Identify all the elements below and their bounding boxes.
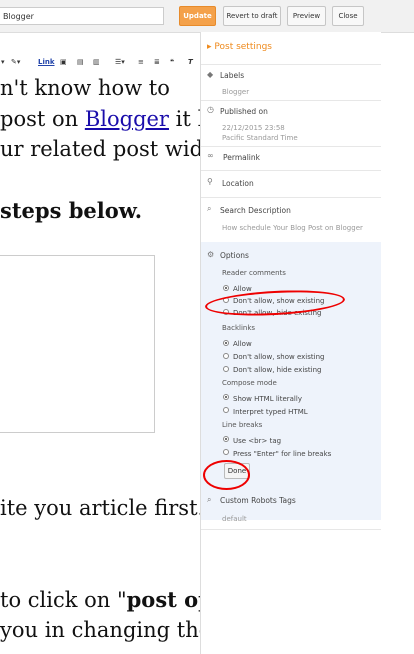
location-pin-icon: ⚲ bbox=[207, 177, 213, 186]
preview-button[interactable]: Preview bbox=[287, 6, 326, 26]
radio-bl-allow[interactable] bbox=[223, 340, 229, 346]
radio-bl-dont-hide-label: Don't allow, hide existing bbox=[233, 366, 322, 374]
radio-lb-enter-label: Press "Enter" for line breaks bbox=[233, 450, 332, 458]
divider bbox=[201, 170, 381, 171]
editor-text: post on bbox=[0, 107, 85, 131]
chevron-down-icon[interactable]: ▾ bbox=[1, 56, 5, 68]
editor-line: post on Blogger it h bbox=[0, 107, 200, 131]
post-settings-sidebar: ▸ Post settings ◆ Labels Blogger ◷ Publi… bbox=[200, 32, 381, 654]
image-icon[interactable]: ▣ bbox=[60, 56, 67, 68]
editor-line: you in changing the bbox=[0, 618, 200, 642]
editor-line: ite you article first. bbox=[0, 496, 200, 520]
location-title[interactable]: Location bbox=[222, 179, 254, 188]
revert-to-draft-button[interactable]: Revert to draft bbox=[223, 6, 281, 26]
link-button[interactable]: Link bbox=[38, 56, 55, 68]
embedded-image-box[interactable] bbox=[0, 255, 155, 433]
radio-rc-allow-label: Allow bbox=[233, 285, 252, 293]
search-icon: ⌕ bbox=[207, 495, 212, 504]
published-date: 22/12/2015 23:58 bbox=[222, 124, 285, 132]
post-editor[interactable]: n't know how to post on Blogger it h ur … bbox=[0, 72, 200, 654]
clear-formatting-icon[interactable]: T bbox=[188, 56, 193, 68]
editor-text: it h bbox=[175, 107, 200, 131]
editor-toolbar: ▾ ✎▾ Link ▣ ▤ ▥ ☰▾ ≡ ≣ ❝ T bbox=[0, 52, 200, 72]
radio-bl-dont-hide[interactable] bbox=[223, 366, 229, 372]
post-title-input[interactable]: Blogger bbox=[0, 7, 164, 25]
jump-break-icon[interactable]: ▥ bbox=[93, 56, 100, 68]
compose-mode-label: Compose mode bbox=[222, 379, 277, 387]
editor-line: ur related post widg bbox=[0, 137, 200, 161]
divider bbox=[201, 100, 381, 101]
editor-line: steps below. bbox=[0, 198, 143, 223]
numbered-list-icon[interactable]: ≡ bbox=[138, 56, 144, 68]
radio-cm-html[interactable] bbox=[223, 394, 229, 400]
editor-line: n't know how to bbox=[0, 76, 170, 100]
divider bbox=[201, 64, 381, 65]
align-icon[interactable]: ☰▾ bbox=[115, 56, 125, 68]
top-bar: Blogger Update Revert to draft Preview C… bbox=[0, 0, 414, 33]
divider bbox=[201, 529, 381, 530]
divider bbox=[201, 146, 381, 147]
editor-bold-text: post op bbox=[126, 587, 200, 612]
radio-lb-br-label: Use <br> tag bbox=[233, 437, 282, 445]
gear-icon: ⚙ bbox=[207, 250, 215, 259]
custom-robots-value: default bbox=[222, 515, 247, 523]
quote-icon[interactable]: ❝ bbox=[170, 56, 174, 68]
pen-icon[interactable]: ✎▾ bbox=[11, 56, 20, 68]
radio-lb-enter[interactable] bbox=[223, 449, 229, 455]
line-breaks-label: Line breaks bbox=[222, 421, 263, 429]
radio-cm-typed[interactable] bbox=[223, 407, 229, 413]
video-icon[interactable]: ▤ bbox=[77, 56, 84, 68]
reader-comments-label: Reader comments bbox=[222, 269, 286, 277]
blogger-link[interactable]: Blogger bbox=[85, 107, 169, 131]
permalink-title[interactable]: Permalink bbox=[223, 153, 260, 162]
post-settings-header[interactable]: ▸ Post settings bbox=[207, 42, 272, 52]
published-timezone: Pacific Standard Time bbox=[222, 134, 298, 142]
update-button[interactable]: Update bbox=[179, 6, 216, 26]
search-description-value: How schedule Your Blog Post on Blogger bbox=[222, 224, 363, 232]
search-description-title[interactable]: Search Description bbox=[220, 206, 291, 215]
editor-text: to click on " bbox=[0, 588, 127, 612]
close-button[interactable]: Close bbox=[332, 6, 364, 26]
radio-bl-allow-label: Allow bbox=[233, 340, 252, 348]
bullet-list-icon[interactable]: ≣ bbox=[154, 56, 160, 68]
backlinks-label: Backlinks bbox=[222, 324, 256, 332]
radio-bl-dont-show-label: Don't allow, show existing bbox=[233, 353, 325, 361]
search-icon: ⌕ bbox=[207, 204, 212, 213]
labels-title[interactable]: Labels bbox=[220, 71, 244, 80]
editor-line: to click on "post op bbox=[0, 587, 200, 612]
annotation-ellipse-done bbox=[203, 460, 250, 490]
divider bbox=[201, 197, 381, 198]
tag-icon: ◆ bbox=[207, 70, 214, 79]
options-title[interactable]: Options bbox=[220, 251, 249, 260]
radio-cm-html-label: Show HTML literally bbox=[233, 395, 302, 403]
labels-value: Blogger bbox=[222, 88, 250, 96]
radio-bl-dont-show[interactable] bbox=[223, 353, 229, 359]
link-icon: ∞ bbox=[207, 151, 214, 160]
clock-icon: ◷ bbox=[207, 105, 214, 114]
published-title[interactable]: Published on bbox=[220, 107, 268, 116]
radio-cm-typed-label: Interpret typed HTML bbox=[233, 408, 308, 416]
radio-lb-br[interactable] bbox=[223, 436, 229, 442]
radio-rc-allow[interactable] bbox=[223, 285, 229, 291]
custom-robots-title[interactable]: Custom Robots Tags bbox=[220, 496, 296, 505]
post-settings-title: Post settings bbox=[214, 42, 272, 52]
